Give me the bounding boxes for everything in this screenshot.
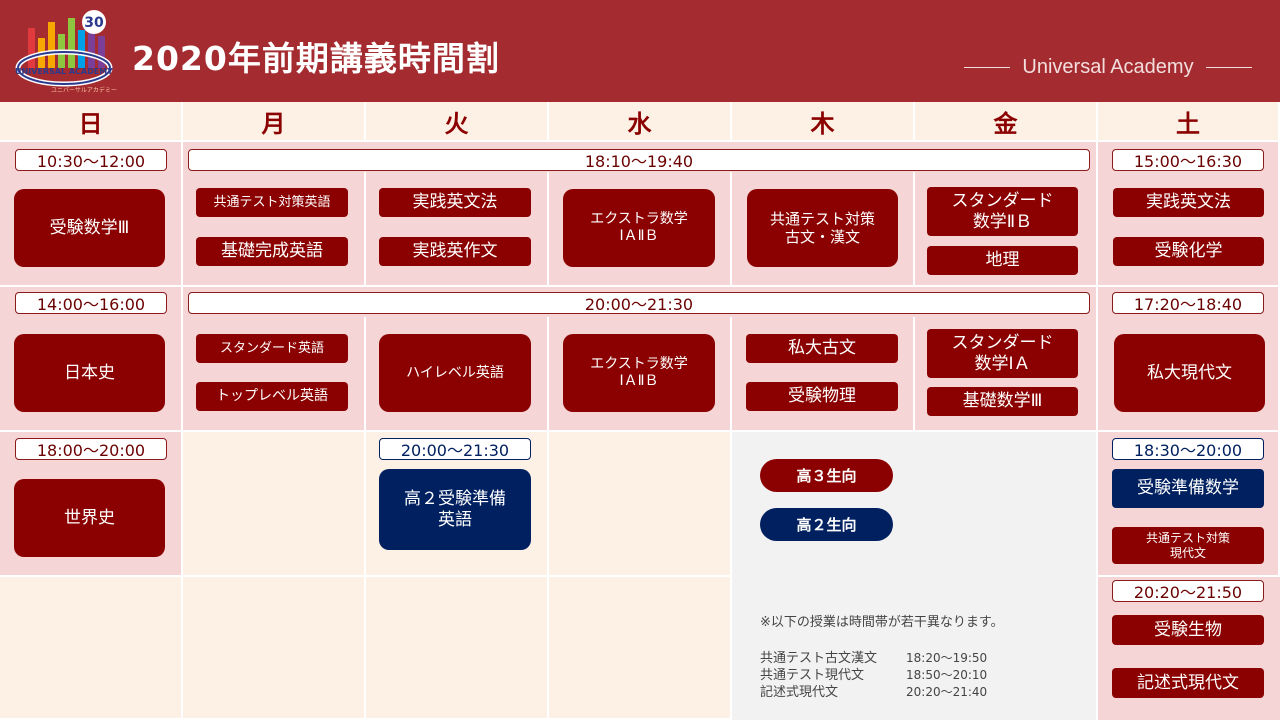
class-button[interactable]: スタンダード英語 [196,334,348,363]
time-sat-row2: 17:20〜18:40 [1112,292,1264,314]
logo-badge-number: 30 [84,15,104,31]
day-header-wed: 水 [549,102,732,142]
time-sun-row3: 18:00〜20:00 [15,438,167,460]
day-header-mon: 月 [183,102,366,142]
class-button[interactable]: 実践英文法 [1113,188,1264,217]
brand-rule-right [1205,66,1252,68]
note-item-time: 18:20〜19:50 [906,651,988,665]
divider [730,172,732,287]
class-button[interactable]: エクストラ数学 ⅠＡⅡＢ [563,334,715,412]
cell-tue-row4 [366,577,549,720]
class-button[interactable]: 記述式現代文 [1112,668,1264,698]
time-sun-row2: 14:00〜16:00 [15,292,167,314]
time-sat-row1: 15:00〜16:30 [1112,149,1264,171]
class-button[interactable]: 受験数学Ⅲ [14,189,165,267]
divider [547,172,549,287]
class-button[interactable]: 受験化学 [1113,237,1264,266]
day-header-sun: 日 [0,102,183,142]
time-weekday-row1: 18:10〜19:40 [188,149,1090,171]
logo-ring-text: UNIVERSAL ACADEMY [15,67,113,76]
class-button[interactable]: スタンダード 数学ⅠＡ [927,329,1078,378]
time-sun-row1: 10:30〜12:00 [15,149,167,171]
class-button[interactable]: 受験物理 [746,382,898,411]
time-tue-row3: 20:00〜21:30 [379,438,531,460]
class-button[interactable]: エクストラ数学 ⅠＡⅡＢ [563,189,715,267]
note-item-time: 20:20〜21:40 [906,685,988,699]
brand-rule-left [964,66,1011,68]
divider [364,172,366,287]
day-header-tue: 火 [366,102,549,142]
class-button[interactable]: 私大古文 [746,334,898,363]
academy-logo: 30 UNIVERSAL ACADEMY ユニバーサルアカデミー [14,8,124,96]
cell-wed-row4 [549,577,732,720]
day-header-fri: 金 [915,102,1098,142]
class-button[interactable]: スタンダード 数学ⅡＢ [927,187,1078,236]
notes-intro: ※以下の授業は時間帯が若干異なります。 [760,615,1004,630]
time-sat-row4: 20:20〜21:50 [1112,580,1264,602]
class-button[interactable]: 高２受験準備 英語 [379,469,531,550]
class-button[interactable]: 実践英文法 [379,188,531,217]
divider [730,317,732,432]
class-button[interactable]: 実践英作文 [379,237,531,266]
cell-wed-row3 [549,432,732,577]
page-title: 2020年前期講義時間割 [132,39,500,78]
class-button[interactable]: 私大現代文 [1114,334,1265,412]
class-button[interactable]: ハイレベル英語 [379,334,531,412]
time-weekday-row2: 20:00〜21:30 [188,292,1090,314]
time-sat-row3: 18:30〜20:00 [1112,438,1264,460]
class-button[interactable]: 受験準備数学 [1112,469,1264,508]
legend-grade3-pill: 高３生向 [760,459,893,492]
note-item-name: 記述式現代文 [760,685,839,700]
cell-sun-row4 [0,577,183,720]
class-button[interactable]: 基礎完成英語 [196,237,348,266]
cell-mon-row4 [183,577,366,720]
class-button[interactable]: 世界史 [14,479,165,557]
divider [913,172,915,287]
class-button[interactable]: 共通テスト対策 古文・漢文 [747,189,898,267]
class-button[interactable]: トップレベル英語 [196,382,348,411]
divider [913,317,915,432]
class-button[interactable]: 基礎数学Ⅲ [927,387,1078,416]
class-button[interactable]: 共通テスト対策 現代文 [1112,527,1264,564]
class-button[interactable]: 日本史 [14,334,165,412]
cell-mon-row3 [183,432,366,577]
day-header-thu: 木 [732,102,915,142]
brand-label: Universal Academy [952,53,1264,81]
divider [364,317,366,432]
note-item-time: 18:50〜20:10 [906,668,988,682]
day-header-sat: 土 [1098,102,1280,142]
class-button[interactable]: 共通テスト対策英語 [196,188,348,217]
class-button[interactable]: 地理 [927,246,1078,275]
brand-text: Universal Academy [1022,55,1194,78]
legend-grade2-pill: 高２生向 [760,508,893,541]
logo-sub-text: ユニバーサルアカデミー [51,86,117,94]
class-button[interactable]: 受験生物 [1112,615,1264,645]
divider [547,317,549,432]
